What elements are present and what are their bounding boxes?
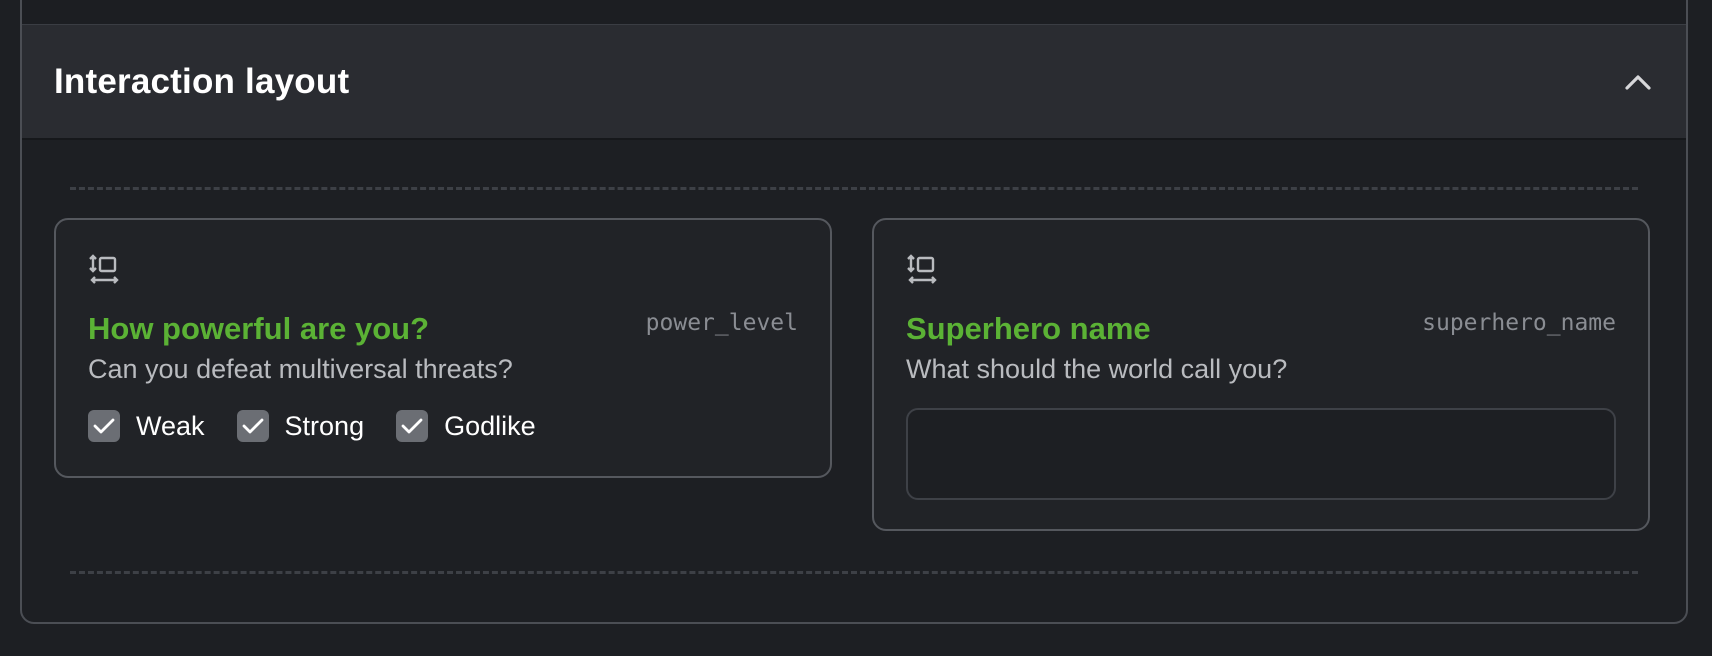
- checkbox-checked[interactable]: [88, 410, 120, 442]
- question-key: superhero_name: [1422, 310, 1616, 336]
- question-description: What should the world call you?: [906, 354, 1288, 384]
- option-weak[interactable]: Weak: [88, 410, 205, 442]
- question-description: Can you defeat multiversal threats?: [88, 354, 513, 384]
- option-label: Weak: [136, 410, 205, 441]
- question-card-superhero-name[interactable]: Superhero name superhero_name What shoul…: [872, 218, 1650, 531]
- section-body: How powerful are you? power_level Can yo…: [22, 140, 1686, 622]
- section-title: Interaction layout: [54, 61, 350, 101]
- question-card-power-level[interactable]: How powerful are you? power_level Can yo…: [54, 218, 832, 478]
- chevron-up-icon[interactable]: [1624, 68, 1652, 96]
- option-label: Godlike: [444, 410, 536, 441]
- option-label: Strong: [284, 410, 365, 441]
- option-godlike[interactable]: Godlike: [396, 410, 536, 442]
- top-strip: [22, 0, 1686, 25]
- question-title: How powerful are you?: [88, 311, 430, 346]
- drop-zone-divider-bottom: [70, 571, 1638, 574]
- drag-handle-icon[interactable]: [906, 254, 938, 286]
- question-key: power_level: [645, 310, 798, 336]
- checkbox-checked[interactable]: [396, 410, 429, 442]
- section-header[interactable]: Interaction layout: [22, 25, 1686, 140]
- option-strong[interactable]: Strong: [236, 410, 365, 442]
- checkbox-group: Weak Strong Godlike: [88, 410, 568, 442]
- drag-handle-icon[interactable]: [88, 254, 120, 286]
- drop-zone-divider-top: [70, 187, 1638, 190]
- superhero-name-input[interactable]: [906, 408, 1616, 500]
- checkbox-checked[interactable]: [236, 410, 269, 442]
- question-title: Superhero name: [906, 311, 1151, 346]
- interaction-layout-panel: Interaction layout How powerful are you?…: [20, 0, 1688, 624]
